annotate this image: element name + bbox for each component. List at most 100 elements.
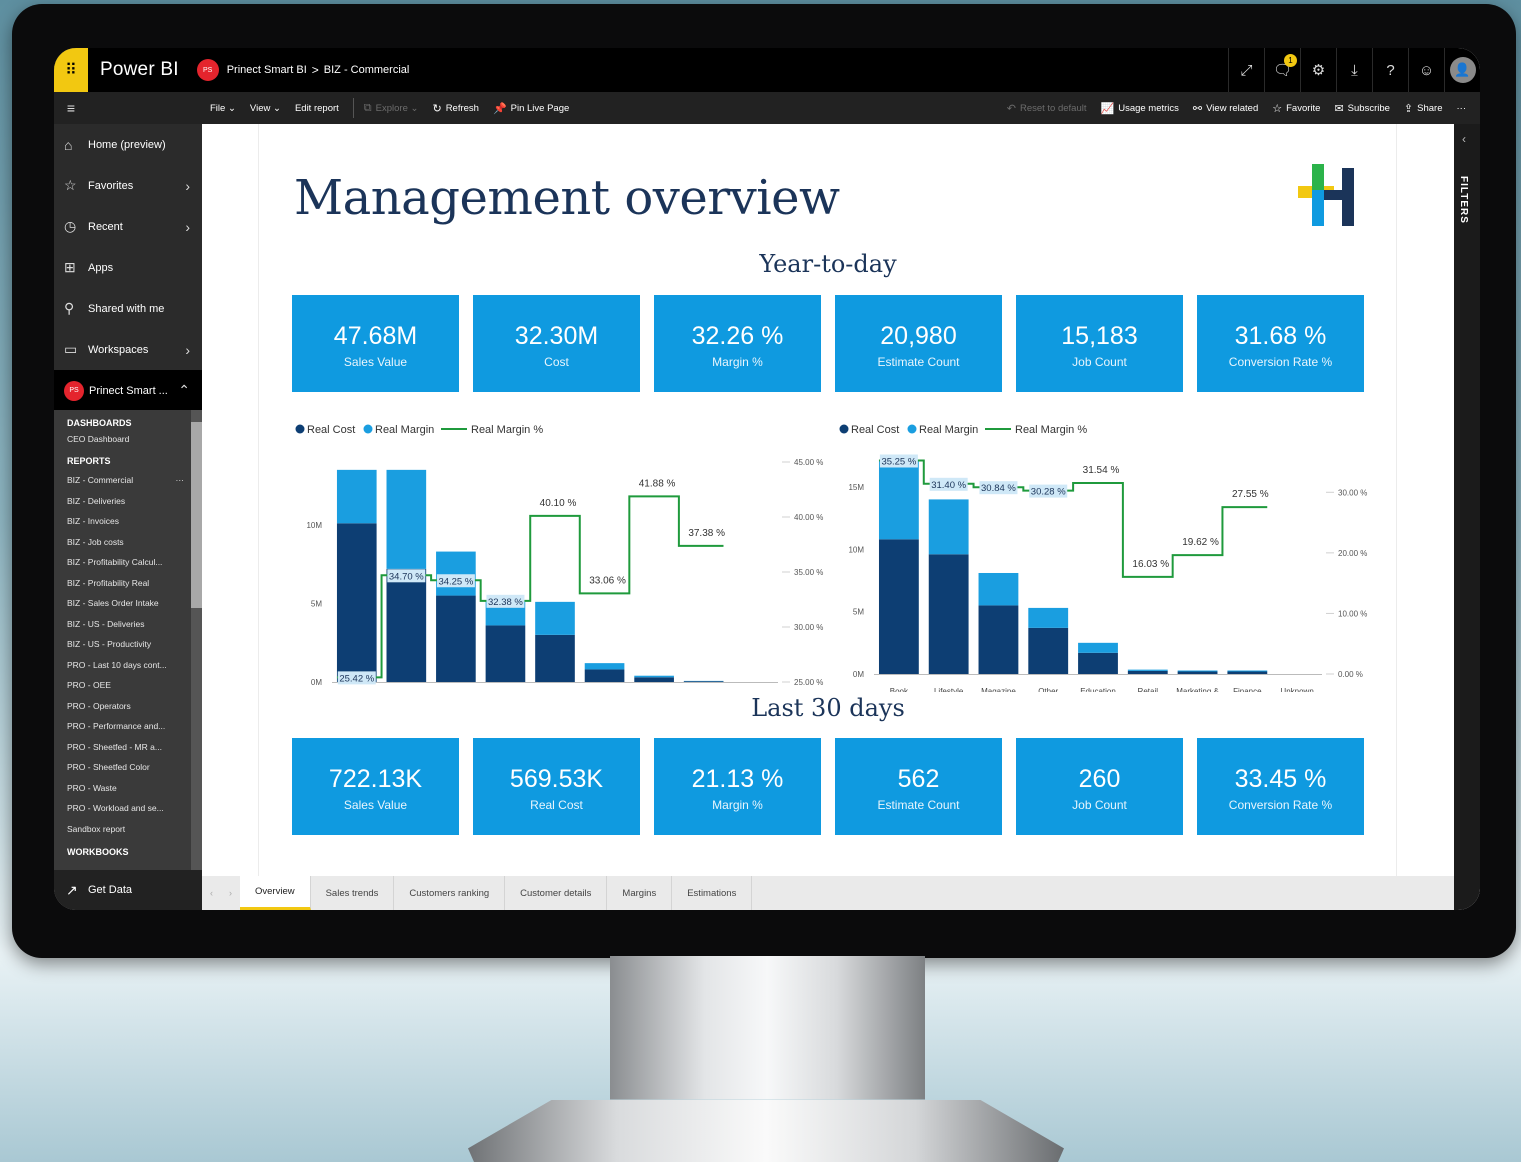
notification-count: 1 bbox=[1284, 54, 1297, 67]
nav-favorites[interactable]: ☆ Favorites › bbox=[54, 165, 202, 206]
report-item[interactable]: BIZ - Sales Order Intake bbox=[54, 593, 202, 614]
report-item[interactable]: BIZ - Deliveries bbox=[54, 491, 202, 512]
get-data-button[interactable]: ↗ Get Data bbox=[54, 870, 202, 910]
nav-apps[interactable]: ⊞ Apps bbox=[54, 247, 202, 288]
user-avatar-icon: 👤 bbox=[1449, 57, 1476, 83]
expand-icon[interactable]: ⤢ bbox=[1228, 48, 1264, 92]
bar-real-cost bbox=[928, 554, 969, 674]
dashboard-item[interactable]: CEO Dashboard bbox=[54, 432, 202, 448]
settings-icon[interactable]: ⚙ bbox=[1300, 48, 1336, 92]
margin-by-product-chart[interactable]: Real Cost Real Margin Real Margin % 0M 5M 10M… bbox=[290, 414, 830, 692]
report-item[interactable]: PRO - Last 10 days cont... bbox=[54, 655, 202, 676]
breadcrumb-workspace[interactable]: Prinect Smart BI bbox=[227, 64, 307, 76]
report-item[interactable]: BIZ - Commercial ··· bbox=[54, 470, 202, 491]
nav-workspaces[interactable]: ▭ Workspaces › bbox=[54, 329, 202, 370]
page-tab[interactable]: Customers ranking bbox=[394, 876, 506, 910]
favorite-button[interactable]: ☆ Favorite bbox=[1272, 102, 1320, 115]
tab-scroll-arrows[interactable]: ‹ › bbox=[202, 876, 240, 910]
feedback-smiley-icon[interactable]: ☺ bbox=[1408, 48, 1444, 92]
scrollbar-thumb[interactable] bbox=[191, 422, 202, 608]
last30-heading: Last 30 days bbox=[751, 694, 905, 722]
account-button[interactable]: 👤 bbox=[1444, 48, 1480, 92]
edit-report-button[interactable]: Edit report bbox=[295, 103, 339, 114]
report-item[interactable]: BIZ - Profitability Real bbox=[54, 573, 202, 594]
kpi-card[interactable]: 20,980 Estimate Count bbox=[835, 295, 1002, 392]
report-item[interactable]: PRO - Waste bbox=[54, 778, 202, 799]
nav-recent[interactable]: ◷ Recent › bbox=[54, 206, 202, 247]
subscribe-label: Subscribe bbox=[1347, 102, 1390, 114]
pin-live-page-button[interactable]: 📌 Pin Live Page bbox=[493, 102, 569, 115]
app-launcher-icon[interactable]: ⠿ bbox=[54, 48, 88, 92]
kpi-card[interactable]: 47.68M Sales Value bbox=[292, 295, 459, 392]
page-tab[interactable]: Overview bbox=[240, 876, 311, 910]
kpi-card[interactable]: 722.13K Sales Value bbox=[292, 738, 459, 835]
more-options-button[interactable]: ··· bbox=[1457, 103, 1467, 114]
margin-by-segment-chart[interactable]: Real Cost Real Margin Real Margin % 0M 5M 10M… bbox=[834, 414, 1374, 692]
page-tabs: ‹ › Overview Sales trends Customers ranking… bbox=[202, 876, 1454, 910]
kpi-card[interactable]: 569.53K Real Cost bbox=[473, 738, 640, 835]
bar-real-margin bbox=[535, 601, 575, 635]
report-item[interactable]: Sandbox report bbox=[54, 819, 202, 840]
chevron-left-icon[interactable]: ‹ bbox=[1462, 132, 1466, 146]
nav-home[interactable]: ⌂ Home (preview) bbox=[54, 124, 202, 165]
undo-icon: ↶ bbox=[1006, 102, 1016, 115]
page-divider bbox=[258, 124, 259, 876]
report-item[interactable]: BIZ - US - Productivity bbox=[54, 634, 202, 655]
report-item[interactable]: BIZ - Invoices bbox=[54, 511, 202, 532]
explore-menu[interactable]: ⧉ Explore ⌄ bbox=[364, 102, 419, 115]
report-item[interactable]: PRO - Sheetfed - MR a... bbox=[54, 737, 202, 758]
report-item[interactable]: BIZ - Job costs bbox=[54, 532, 202, 553]
bar-real-margin bbox=[1177, 670, 1218, 672]
download-icon[interactable]: ⤓ bbox=[1336, 48, 1372, 92]
bar-real-cost bbox=[1078, 652, 1118, 674]
kpi-card[interactable]: 15,183 Job Count bbox=[1016, 295, 1183, 392]
kpi-card[interactable]: 31.68 % Conversion Rate % bbox=[1197, 295, 1364, 392]
page-tab[interactable]: Margins bbox=[607, 876, 673, 910]
report-more-icon[interactable]: ··· bbox=[176, 470, 185, 491]
app-name[interactable]: Power BI bbox=[100, 59, 179, 81]
report-item[interactable]: PRO - Sheetfed Color bbox=[54, 757, 202, 778]
share-button[interactable]: ⇪ Share bbox=[1404, 102, 1443, 115]
view-related-button[interactable]: ⚯ View related bbox=[1193, 102, 1258, 115]
subscribe-button[interactable]: ✉ Subscribe bbox=[1334, 102, 1389, 115]
y-right-tick-label: 45.00 % bbox=[794, 458, 823, 467]
kpi-card[interactable]: 32.30M Cost bbox=[473, 295, 640, 392]
kpi-card[interactable]: 21.13 % Margin % bbox=[654, 738, 821, 835]
view-menu[interactable]: View ⌄ bbox=[250, 103, 281, 114]
workspace-badge: PS bbox=[64, 380, 84, 401]
bar-real-cost bbox=[1127, 670, 1168, 674]
report-item[interactable]: BIZ - US - Deliveries bbox=[54, 614, 202, 635]
nav-current-workspace[interactable]: PS Prinect Smart ... ⌃ bbox=[54, 370, 202, 411]
page-tab[interactable]: Estimations bbox=[672, 876, 753, 910]
report-item[interactable]: PRO - OEE bbox=[54, 675, 202, 696]
data-label: 19.62 % bbox=[1182, 537, 1219, 548]
reset-to-default-button[interactable]: ↶ Reset to default bbox=[1007, 102, 1087, 115]
hamburger-menu-icon[interactable]: ≡ bbox=[54, 100, 88, 116]
chevron-right-icon: › bbox=[185, 218, 190, 235]
report-item[interactable]: PRO - Workload and se... bbox=[54, 798, 202, 819]
report-item[interactable]: BIZ - Profitability Calcul... bbox=[54, 552, 202, 573]
bar-real-margin bbox=[1227, 670, 1268, 672]
chevron-right-icon[interactable]: › bbox=[229, 888, 232, 898]
chevron-left-icon[interactable]: ‹ bbox=[210, 888, 213, 898]
refresh-button[interactable]: ↻ Refresh bbox=[432, 102, 478, 115]
kpi-card[interactable]: 33.45 % Conversion Rate % bbox=[1197, 738, 1364, 835]
data-label: 41.88 % bbox=[639, 478, 676, 489]
report-item[interactable]: PRO - Operators bbox=[54, 696, 202, 717]
kpi-card[interactable]: 260 Job Count bbox=[1016, 738, 1183, 835]
usage-metrics-button[interactable]: 📈 Usage metrics bbox=[1101, 102, 1179, 115]
nav-shared-with-me[interactable]: ⚲ Shared with me bbox=[54, 288, 202, 329]
top-bar: ⠿ Power BI PS Prinect Smart BI > BIZ - C… bbox=[54, 48, 1480, 92]
file-menu[interactable]: File ⌄ bbox=[210, 103, 236, 114]
report-item[interactable]: PRO - Performance and... bbox=[54, 716, 202, 737]
kpi-card[interactable]: 32.26 % Margin % bbox=[654, 295, 821, 392]
page-tab[interactable]: Customer details bbox=[505, 876, 608, 910]
help-icon[interactable]: ? bbox=[1372, 48, 1408, 92]
page-tab[interactable]: Sales trends bbox=[311, 876, 395, 910]
data-label: 35.25 % bbox=[881, 456, 916, 467]
notifications-icon[interactable]: 🗨 1 bbox=[1264, 48, 1300, 92]
chevron-right-icon: › bbox=[185, 177, 190, 194]
report-item-label: Sandbox report bbox=[67, 823, 126, 834]
filters-pane[interactable]: ‹ FILTERS bbox=[1454, 124, 1480, 910]
kpi-card[interactable]: 562 Estimate Count bbox=[835, 738, 1002, 835]
